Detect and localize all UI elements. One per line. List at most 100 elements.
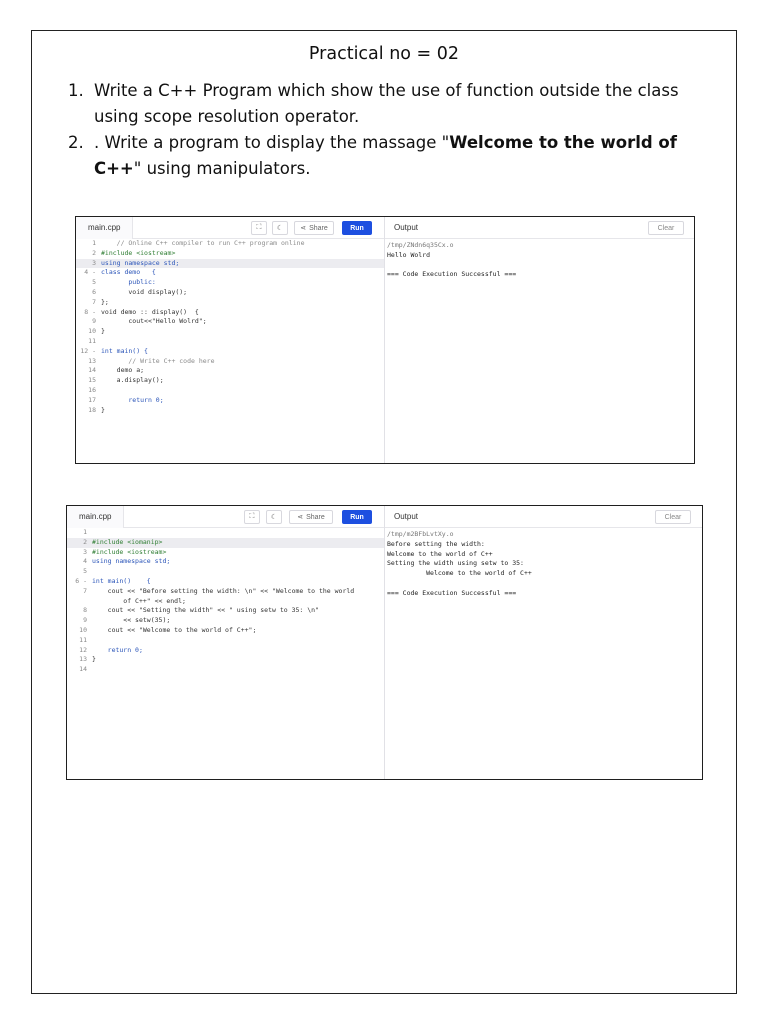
clear-button[interactable]: Clear <box>655 510 691 524</box>
line-number: 12 - <box>80 346 96 355</box>
file-tab[interactable]: main.cpp <box>67 506 125 528</box>
output-line: Hello Wolrd <box>387 250 431 259</box>
line-number: 9 <box>83 616 87 625</box>
code-editor[interactable]: 1 2 #include <iomanip> 3 #include <iostream>… <box>67 528 384 675</box>
code-text: demo a; <box>101 366 145 375</box>
output-line: === Code Execution Successful === <box>387 270 517 279</box>
share-button[interactable]: ⋖ Share <box>289 510 333 524</box>
page-title: Practical no = 02 <box>308 44 460 64</box>
line-number: 9 <box>92 317 96 326</box>
fullscreen-icon[interactable]: ⛶ <box>251 221 267 235</box>
code-line: 1 <box>67 528 384 538</box>
line-number: 5 <box>83 567 87 576</box>
code-text: }; <box>101 297 109 306</box>
code-line: 4 using namespace std; <box>67 557 384 567</box>
output-console: /tmp/ZNdn6q35Cx.o Hello Wolrd === Code Exe… <box>387 241 516 280</box>
line-number: 3 <box>83 547 87 556</box>
code-line: 9 << setw(35); <box>67 616 384 626</box>
output-line: /tmp/m2BFbLvtXy.o <box>387 530 454 538</box>
code-text: return 0; <box>101 395 164 404</box>
code-text: } <box>92 655 96 664</box>
share-icon: ⋖ <box>297 514 304 521</box>
output-line: /tmp/ZNdn6q35Cx.o <box>387 241 454 249</box>
code-line: 2 #include <iostream> <box>76 249 384 259</box>
code-line: 10} <box>76 327 384 337</box>
code-text: of C++" << endl; <box>92 596 186 605</box>
run-button[interactable]: Run <box>342 510 372 524</box>
code-line: of C++" << endl; <box>67 597 384 607</box>
code-line: 9 cout<<"Hello Wolrd"; <box>76 317 384 327</box>
code-text: cout<<"Hello Wolrd"; <box>101 317 207 326</box>
code-line: 13} <box>67 655 384 665</box>
question-2: 2. . Write a program to display the mass… <box>68 130 718 182</box>
output-console: /tmp/m2BFbLvtXy.o Before setting the widt… <box>387 530 532 599</box>
fullscreen-icon[interactable]: ⛶ <box>244 510 260 524</box>
moon-icon[interactable]: ☾ <box>266 510 282 524</box>
output-line: === Code Execution Successful === <box>387 588 517 597</box>
code-line: 18} <box>76 406 384 416</box>
code-text: #include <iostream> <box>92 547 167 556</box>
run-button[interactable]: Run <box>342 221 372 235</box>
line-number: 6 - <box>75 576 87 585</box>
editor-screenshot-2: main.cpp ⛶ ☾ ⋖ Share Run Output Clear 1 2 #… <box>66 505 703 780</box>
code-line: 13 // Write C++ code here <box>76 357 384 367</box>
code-line: 5 <box>67 567 384 577</box>
code-line: 8 cout << "Setting the width" << " using… <box>67 606 384 616</box>
line-number: 4 <box>83 557 87 566</box>
code-line: 4 - class demo { <box>76 268 384 278</box>
share-button[interactable]: ⋖ Share <box>294 221 334 235</box>
code-line: 1 // Online C++ compiler to run C++ prog… <box>76 239 384 249</box>
code-text: int main() { <box>92 576 151 585</box>
line-number: 17 <box>88 395 96 404</box>
code-text: void demo :: display() { <box>101 307 199 316</box>
clear-button[interactable]: Clear <box>648 221 684 235</box>
line-number: 3 <box>92 258 96 267</box>
code-line: 3 #include <iostream> <box>67 548 384 558</box>
code-text: void display(); <box>101 287 188 296</box>
output-label: Output <box>394 512 419 521</box>
share-label: Share <box>309 224 328 232</box>
code-line: 6 - int main() { <box>67 577 384 587</box>
code-editor[interactable]: 1 // Online C++ compiler to run C++ prog… <box>76 239 384 415</box>
code-line: 2 #include <iomanip> <box>67 537 384 548</box>
moon-icon[interactable]: ☾ <box>272 221 288 235</box>
code-line: 5 public: <box>76 278 384 288</box>
code-text: int main() { <box>101 346 148 355</box>
code-line: 10 cout << "Welcome to the world of C++"… <box>67 626 384 636</box>
code-line: 17 return 0; <box>76 396 384 406</box>
code-line: 7 cout << "Before setting the width: \n"… <box>67 587 384 597</box>
line-number: 7 <box>92 297 96 306</box>
line-number: 12 <box>79 645 87 654</box>
question-number: 2. <box>68 133 84 152</box>
question-text: . Write a program to display the massage… <box>94 130 718 182</box>
line-number: 10 <box>79 625 87 634</box>
line-number: 13 <box>88 356 96 365</box>
code-text: class demo { <box>101 268 156 277</box>
line-number: 18 <box>88 405 96 414</box>
code-line: 16 <box>76 386 384 396</box>
code-text: #include <iomanip> <box>92 537 163 546</box>
file-tab[interactable]: main.cpp <box>76 217 134 239</box>
output-label: Output <box>394 223 419 232</box>
code-text: #include <iostream> <box>101 248 176 257</box>
question-1: 1. Write a C++ Program which show the us… <box>68 78 718 130</box>
output-line: Setting the width using setw to 35: <box>387 559 524 568</box>
code-line: 6 void display(); <box>76 288 384 298</box>
code-text: << setw(35); <box>92 616 171 625</box>
code-text: // Online C++ compiler to run C++ progra… <box>101 239 305 247</box>
code-text: // Write C++ code here <box>101 356 215 365</box>
share-icon: ⋖ <box>300 225 307 232</box>
code-line: 12 - int main() { <box>76 347 384 357</box>
line-number: 13 <box>79 655 87 664</box>
share-label: Share <box>306 513 325 521</box>
line-number: 7 <box>83 586 87 595</box>
code-text: public: <box>101 278 156 287</box>
code-line: 14 demo a; <box>76 366 384 376</box>
editor-screenshot-1: main.cpp ⛶ ☾ ⋖ Share Run Output Clear 1 /… <box>75 216 695 464</box>
code-text: } <box>101 327 105 336</box>
line-number: 6 <box>92 287 96 296</box>
question-text-before: . Write a program to display the massage… <box>94 133 450 152</box>
line-number: 14 <box>88 366 96 375</box>
